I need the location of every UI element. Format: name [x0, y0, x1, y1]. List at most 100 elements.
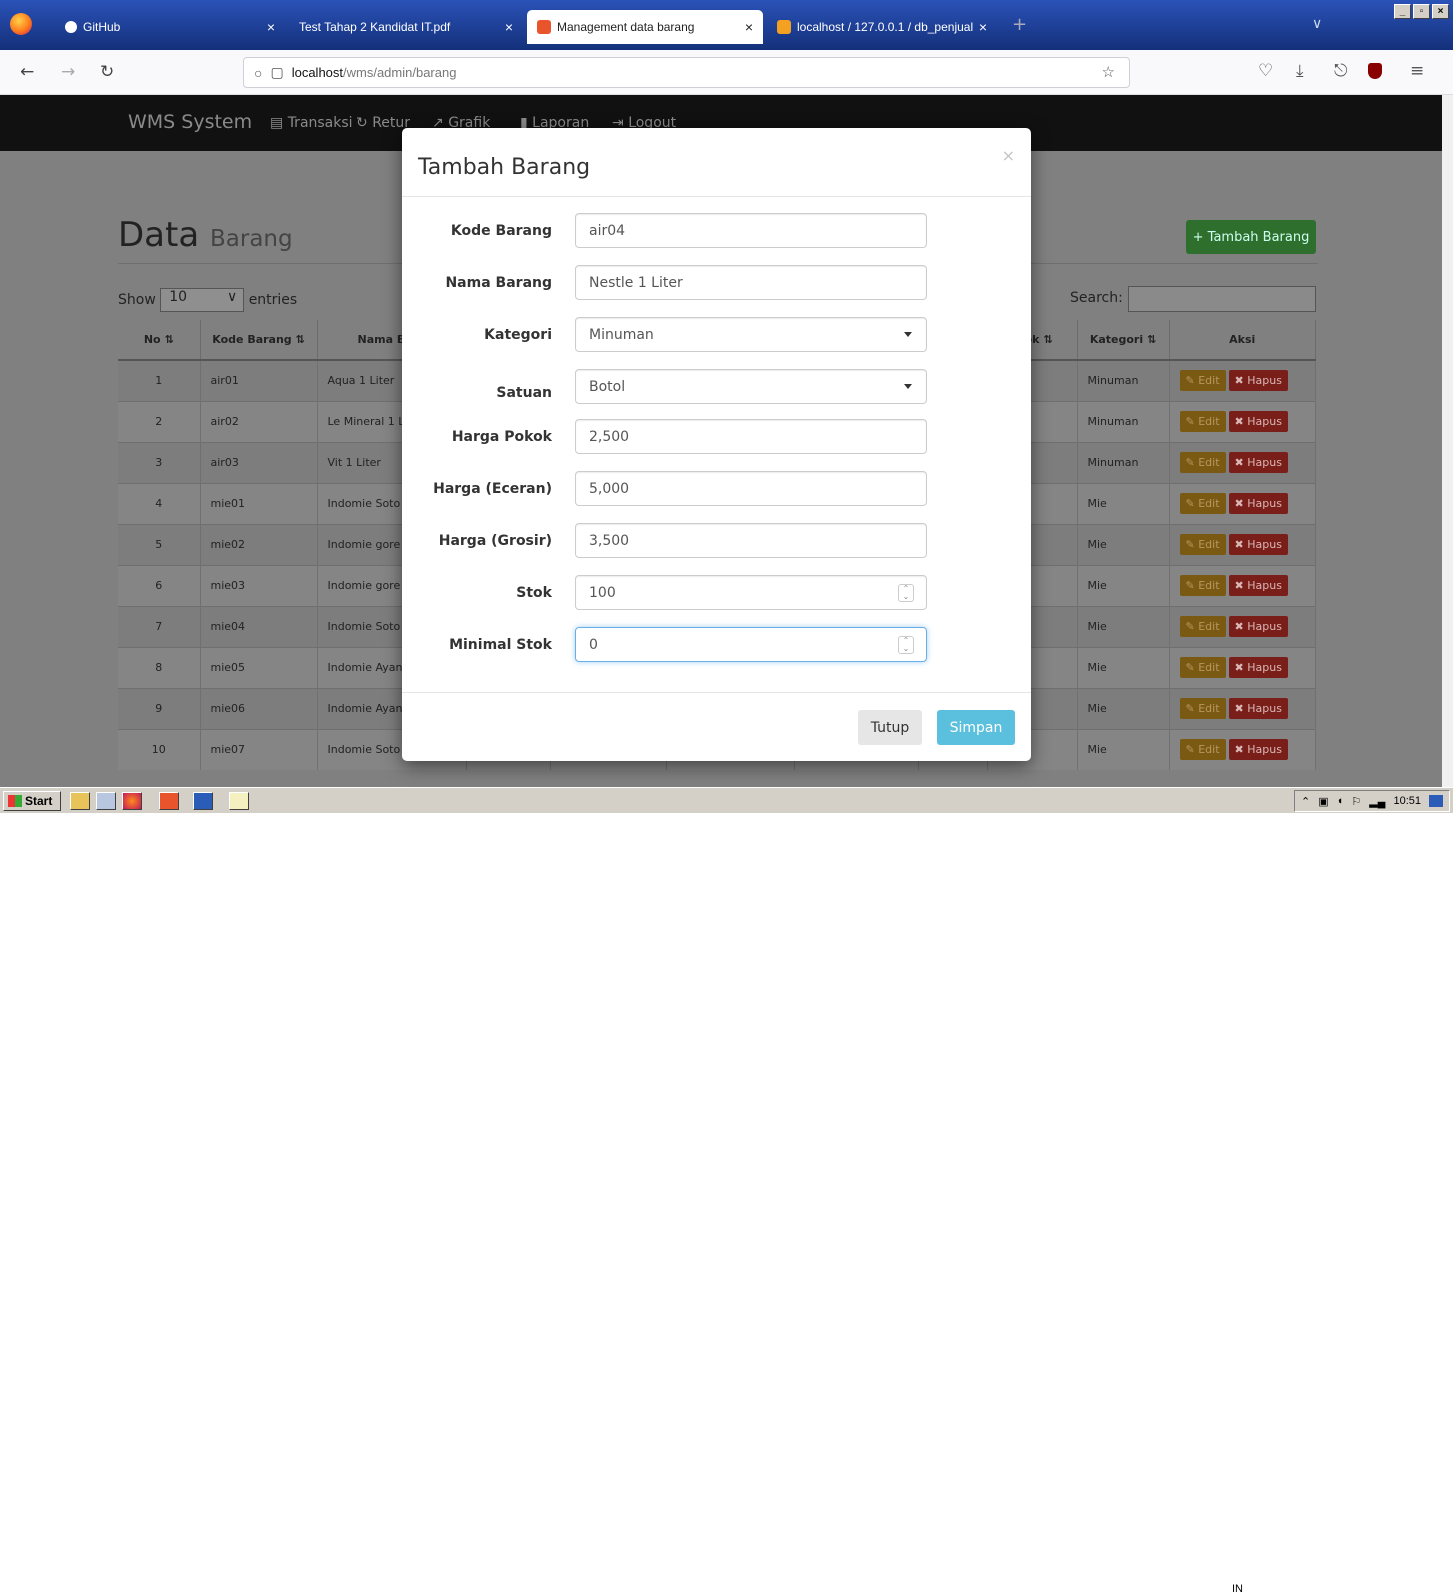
new-tab-icon[interactable]: + [1012, 14, 1027, 35]
edit-button[interactable]: ✎ Edit [1179, 739, 1226, 761]
pocket-icon[interactable]: ♡ [1258, 61, 1273, 81]
url-bar[interactable]: ○ ▢ localhost/wms/admin/barang ☆ [243, 57, 1130, 88]
delete-button[interactable]: ✖ Hapus [1228, 616, 1288, 637]
kategori-select[interactable]: Minuman [575, 317, 927, 352]
back-icon[interactable]: ← [20, 62, 34, 82]
close-tab-icon[interactable]: × [979, 19, 987, 35]
tab-pdf[interactable]: Test Tahap 2 Kandidat IT.pdf × [289, 10, 523, 44]
close-button[interactable]: Tutup [858, 710, 922, 745]
label-nama-barang: Nama Barang [445, 275, 552, 291]
network-icon[interactable]: ▣ [1318, 795, 1328, 808]
caret-down-icon [904, 384, 912, 389]
notepad-icon[interactable] [229, 792, 249, 810]
col-kode[interactable]: Kode Barang ⇅ [200, 320, 318, 361]
close-tab-icon[interactable]: × [505, 19, 513, 35]
save-button[interactable]: Simpan [937, 710, 1015, 745]
kode-barang-input[interactable]: air04 [575, 213, 927, 248]
delete-button[interactable]: ✖ Hapus [1228, 575, 1288, 596]
show-desktop-icon[interactable] [1429, 795, 1443, 807]
edit-button[interactable]: ✎ Edit [1179, 534, 1226, 555]
harga-grosir-input[interactable]: 3,500 [575, 523, 927, 558]
bookmark-star-icon[interactable]: ☆ [1102, 63, 1115, 81]
delete-button[interactable]: ✖ Hapus [1228, 657, 1288, 678]
cell-kategori: Minuman [1077, 441, 1170, 483]
col-kategori[interactable]: Kategori ⇅ [1077, 320, 1170, 361]
add-item-button[interactable]: + Tambah Barang [1186, 220, 1316, 254]
app-taskbar-icon[interactable] [159, 792, 179, 810]
delete-button[interactable]: ✖ Hapus [1228, 698, 1288, 719]
chevron-down-icon: ∨ [226, 289, 238, 305]
col-aksi[interactable]: Aksi [1169, 320, 1316, 361]
harga-pokok-input[interactable]: 2,500 [575, 419, 927, 454]
share-icon[interactable]: ⎋ [1334, 61, 1347, 81]
delete-button[interactable]: ✖ Hapus [1228, 493, 1288, 514]
close-tab-icon[interactable]: × [745, 19, 753, 35]
download-icon[interactable]: ⤓ [1296, 61, 1304, 81]
edit-button[interactable]: ✎ Edit [1179, 493, 1226, 514]
edit-button[interactable]: ✎ Edit [1179, 411, 1226, 432]
cell-no: 4 [118, 482, 201, 524]
cell-no: 6 [118, 564, 201, 606]
search-input[interactable] [1128, 286, 1316, 312]
word-icon[interactable] [193, 792, 213, 810]
close-icon[interactable]: × [1002, 146, 1015, 165]
cell-no: 7 [118, 605, 201, 647]
flag-icon[interactable]: ⚐ [1351, 795, 1361, 808]
delete-button[interactable]: ✖ Hapus [1228, 370, 1288, 392]
col-no[interactable]: No ⇅ [118, 320, 201, 361]
number-spinner-icon: ⌃ ⌄ [898, 584, 914, 602]
cell-kode: mie04 [200, 605, 318, 647]
clock[interactable]: 10:51 [1393, 795, 1421, 807]
firefox-taskbar-icon[interactable] [122, 792, 142, 810]
cell-kategori: Mie [1077, 482, 1170, 524]
nama-barang-input[interactable]: Nestle 1 Liter [575, 265, 927, 300]
keyboard-icon[interactable] [96, 792, 116, 810]
edit-button[interactable]: ✎ Edit [1179, 370, 1226, 392]
brand[interactable]: WMS System [128, 111, 252, 133]
harga-eceran-input[interactable]: 5,000 [575, 471, 927, 506]
stok-input[interactable]: 100 ⌃ ⌄ [575, 575, 927, 610]
delete-button[interactable]: ✖ Hapus [1228, 534, 1288, 555]
edit-button[interactable]: ✎ Edit [1179, 575, 1226, 596]
delete-button[interactable]: ✖ Hapus [1228, 739, 1288, 761]
edit-button[interactable]: ✎ Edit [1179, 698, 1226, 719]
cell-kode: air02 [200, 400, 318, 442]
close-window-icon[interactable]: × [1432, 4, 1449, 19]
menu-retur[interactable]: ↻ Retur [356, 115, 410, 131]
length-select[interactable]: 10 ∨ [160, 288, 245, 312]
reload-icon[interactable]: ↻ [100, 62, 114, 82]
close-tab-icon[interactable]: × [267, 19, 275, 35]
satuan-select[interactable]: Botol [575, 369, 927, 404]
minimal-stok-input[interactable]: 0 ⌃ ⌄ [575, 627, 927, 662]
edit-button[interactable]: ✎ Edit [1179, 452, 1226, 473]
delete-button[interactable]: ✖ Hapus [1228, 411, 1288, 432]
tab-phpmyadmin[interactable]: localhost / 127.0.0.1 / db_penjuala × [767, 10, 997, 44]
page-scrollbar[interactable] [1442, 95, 1453, 787]
ublock-icon[interactable] [1368, 63, 1382, 79]
start-button[interactable]: Start [3, 791, 61, 811]
menu-transaksi[interactable]: ▤ Transaksi [270, 115, 353, 131]
cell-aksi: ✎ Edit ✖ Hapus [1169, 523, 1316, 565]
signal-icon[interactable]: ▂▄ [1369, 795, 1385, 808]
edit-button[interactable]: ✎ Edit [1179, 657, 1226, 678]
forward-icon[interactable]: → [61, 62, 75, 82]
language-indicator[interactable]: IN [1232, 1583, 1243, 1595]
explorer-icon[interactable] [70, 792, 90, 810]
tab-list-icon[interactable]: ∨ [1312, 16, 1322, 32]
system-tray: ⌃ ▣ ◖ ⚐ ▂▄ 10:51 [1294, 790, 1450, 812]
length-control: Show 10 ∨ entries [118, 288, 297, 312]
delete-button[interactable]: ✖ Hapus [1228, 452, 1288, 473]
cell-kategori: Mie [1077, 646, 1170, 688]
tray-chevron-icon[interactable]: ⌃ [1301, 795, 1310, 808]
edit-button[interactable]: ✎ Edit [1179, 616, 1226, 637]
tab-management[interactable]: Management data barang × [527, 10, 763, 44]
cell-aksi: ✎ Edit ✖ Hapus [1169, 605, 1316, 647]
minimize-icon[interactable]: _ [1394, 4, 1411, 19]
menu-icon[interactable]: ≡ [1410, 61, 1424, 81]
maximize-icon[interactable]: ▫ [1413, 4, 1430, 19]
firefox-icon[interactable] [10, 13, 32, 35]
volume-icon[interactable]: ◖ [1337, 795, 1344, 807]
cell-kode: mie07 [200, 728, 318, 770]
cell-no: 1 [118, 359, 201, 401]
tab-github[interactable]: GitHub × [55, 10, 285, 44]
